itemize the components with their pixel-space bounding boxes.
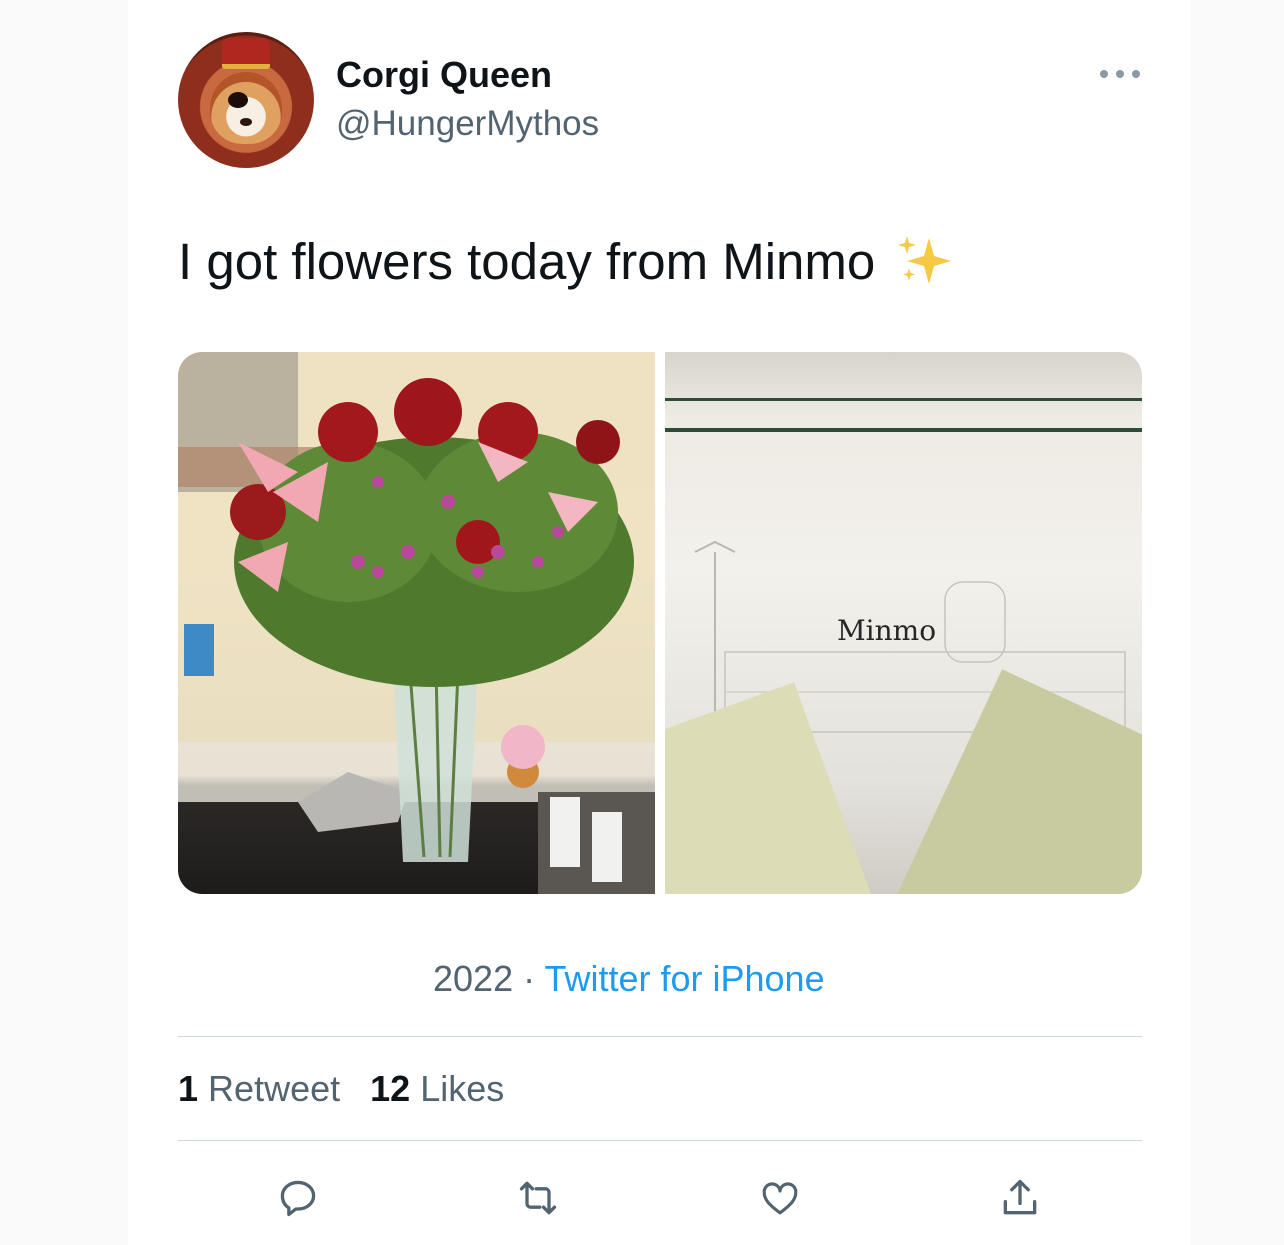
divider <box>178 1140 1142 1141</box>
user-handle[interactable]: @HungerMythos <box>336 104 599 144</box>
avatar[interactable] <box>178 32 314 168</box>
engagement-stats: 1 Retweet 12 Likes <box>178 1068 504 1110</box>
share-icon[interactable] <box>990 1168 1050 1228</box>
media-gallery[interactable]: Minmo <box>178 352 1142 894</box>
retweets-stat[interactable]: 1 Retweet <box>178 1068 340 1109</box>
flowers-photo[interactable] <box>178 352 655 894</box>
tweet-meta: 2022 · Twitter for iPhone <box>433 958 825 1000</box>
meta-separator: · <box>523 958 536 999</box>
corgi-face <box>210 72 282 144</box>
likes-stat[interactable]: 12 Likes <box>370 1068 504 1109</box>
reply-icon[interactable] <box>268 1168 328 1228</box>
more-options-icon[interactable] <box>1100 62 1140 86</box>
tweet-source-link[interactable]: Twitter for iPhone <box>544 958 824 999</box>
sparkles-icon <box>895 234 953 298</box>
divider <box>178 1036 1142 1037</box>
card-photo[interactable]: Minmo <box>665 352 1142 894</box>
tweet-date[interactable]: 2022 <box>433 958 513 999</box>
crown-decoration <box>222 38 270 69</box>
tweet-body: I got flowers today from Minmo <box>178 233 876 290</box>
flowers-illustration <box>178 352 655 894</box>
action-bar <box>178 1168 1142 1228</box>
display-name[interactable]: Corgi Queen <box>336 54 552 96</box>
tweet-card: Corgi Queen @HungerMythos I got flowers … <box>128 0 1190 1245</box>
retweet-icon[interactable] <box>508 1168 568 1228</box>
like-icon[interactable] <box>750 1168 810 1228</box>
tweet-text: I got flowers today from Minmo <box>178 232 953 298</box>
card-text: Minmo <box>837 614 937 647</box>
